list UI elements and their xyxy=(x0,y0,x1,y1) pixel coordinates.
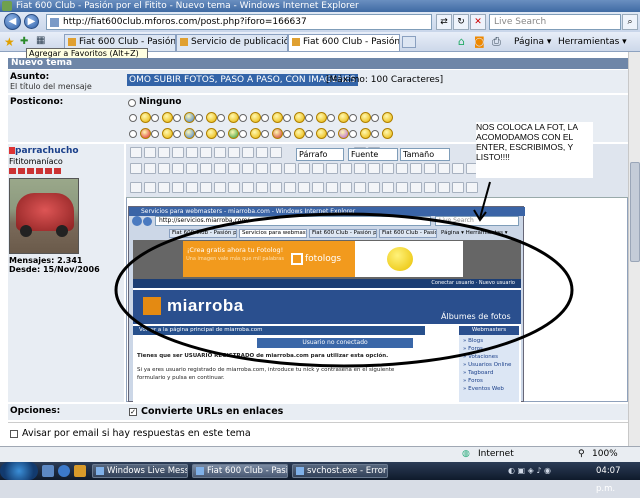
quicklaunch-ie-icon[interactable] xyxy=(58,465,70,477)
messenger-icon xyxy=(96,467,104,475)
taskbar-item-ie[interactable]: Fiat 600 Club - Pasió... xyxy=(192,464,288,478)
taskbar-item-label: Windows Live Mess... xyxy=(107,466,187,476)
notify-checkbox[interactable] xyxy=(10,430,18,438)
status-bar: ◍ Internet ⚲ 100% xyxy=(0,446,640,462)
annotation-ellipse xyxy=(114,212,574,368)
taskbar-item-error[interactable]: svchost.exe - Error d... xyxy=(292,464,388,478)
zone-label: Internet xyxy=(478,449,514,459)
error-window-icon xyxy=(296,467,304,475)
zoom-icon: ⚲ xyxy=(578,449,585,459)
convert-urls-checkbox[interactable]: ✓ xyxy=(129,408,137,416)
tray-icons: ◐ ▣ ◈ ♪ ◉ xyxy=(508,466,551,475)
start-button[interactable] xyxy=(0,462,38,480)
taskbar-item-messenger[interactable]: Windows Live Mess... xyxy=(92,464,188,478)
ie-icon xyxy=(196,467,204,475)
convert-urls-label: Convierte URLs en enlaces xyxy=(141,406,284,417)
zoom-level[interactable]: 100% xyxy=(592,447,618,462)
taskbar-item-label: Fiat 600 Club - Pasió... xyxy=(207,466,288,476)
globe-icon: ◍ xyxy=(462,449,470,459)
callout-note: NOS COLOCA LA FOT, LA ACOMODAMOS CON EL … xyxy=(476,122,593,178)
options-label: Opciones: xyxy=(10,406,61,416)
quicklaunch-folder-icon[interactable] xyxy=(74,465,86,477)
options-row xyxy=(8,404,628,420)
clock: 04:07 p.m. xyxy=(596,466,621,494)
notify-label: Avisar por email si hay respuestas en es… xyxy=(22,428,251,439)
taskbar-item-label: svchost.exe - Error d... xyxy=(307,466,387,476)
quicklaunch-icon[interactable] xyxy=(42,465,54,477)
